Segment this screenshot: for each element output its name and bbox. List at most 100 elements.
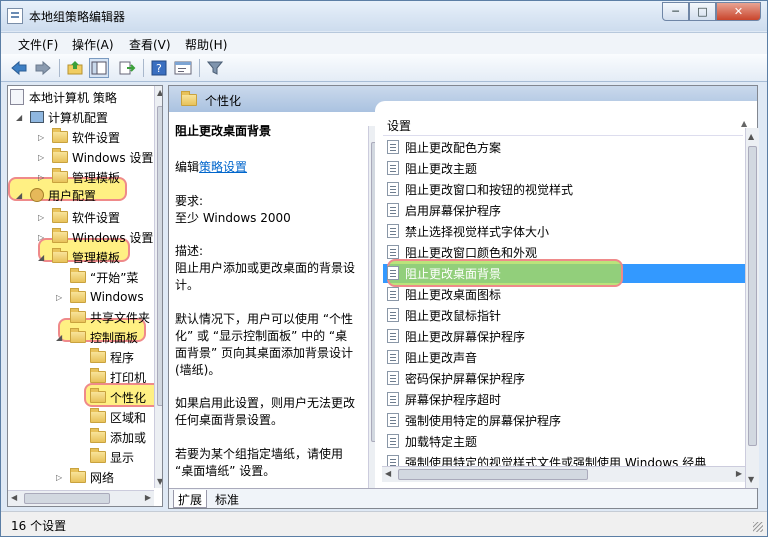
folder-icon [52, 208, 68, 223]
tree-item-network[interactable]: ▷ 网络 [56, 468, 114, 486]
tab-standard[interactable]: 标准 [211, 490, 243, 508]
tree-vertical-scrollbar[interactable]: ▲ ▼ [154, 86, 162, 488]
edit-line: 编辑策略设置 [175, 158, 247, 175]
tree-item-windows-settings[interactable]: ▷ Windows 设置 [38, 148, 153, 166]
setting-row[interactable]: 禁止选择视觉样式字体大小 [387, 221, 737, 241]
policy-settings-link[interactable]: 策略设置 [199, 160, 247, 174]
tree-item-admin-templates[interactable]: ◢ 管理模板 [38, 248, 120, 266]
requirements-label: 要求: [175, 194, 204, 208]
setting-row[interactable]: 阻止更改屏幕保护程序 [387, 326, 737, 346]
tree-item-display[interactable]: 显示 [90, 448, 134, 466]
up-folder-icon[interactable] [65, 58, 85, 78]
tree-item-shared-folders[interactable]: 共享文件夹 [70, 308, 150, 326]
setting-row[interactable]: 阻止更改窗口颜色和外观 [387, 242, 737, 262]
back-arrow-icon[interactable] [9, 58, 29, 78]
tree-pane[interactable]: 本地计算机 策略 ◢ 计算机配置 ▷ 软件设置 ▷ Windows 设置 ▷ 管… [7, 85, 163, 507]
export-list-icon[interactable] [117, 58, 137, 78]
menu-view[interactable]: 查看(V) [129, 36, 171, 53]
setting-label: 阻止更改鼠标指针 [405, 308, 502, 323]
settings-horizontal-scrollbar[interactable]: ◀ ▶ [382, 466, 745, 482]
setting-row[interactable]: 屏幕保护程序超时 [387, 389, 737, 409]
expand-arrow-icon[interactable]: ▷ [38, 213, 48, 222]
collapse-arrow-icon[interactable]: ◢ [56, 333, 66, 342]
setting-label: 密码保护屏幕保护程序 [405, 371, 526, 386]
tree-item-printers[interactable]: 打印机 [90, 368, 146, 386]
setting-row[interactable]: 阻止更改主题 [387, 158, 737, 178]
help-icon[interactable]: ? [149, 58, 169, 78]
setting-row[interactable]: 加载特定主题 [387, 431, 737, 451]
show-hide-tree-icon[interactable] [89, 58, 109, 78]
collapse-arrow-icon[interactable]: ◢ [16, 191, 26, 200]
minimize-button[interactable]: ─ [662, 2, 689, 21]
menu-help[interactable]: 帮助(H) [185, 36, 227, 53]
tree-item-regional[interactable]: 区域和 [90, 408, 146, 426]
scroll-right-icon[interactable]: ▶ [736, 469, 742, 478]
collapse-arrow-icon[interactable]: ◢ [16, 113, 26, 122]
setting-label: 屏幕保护程序超时 [405, 392, 502, 407]
tree-horizontal-scrollbar[interactable]: ◀ ▶ [8, 490, 154, 506]
tree-item-computer-config[interactable]: ◢ 计算机配置 [16, 108, 108, 126]
toolbar-separator [199, 59, 200, 77]
maximize-button[interactable]: □ [689, 2, 716, 21]
scroll-right-icon[interactable]: ▶ [145, 493, 151, 502]
tree-item-programs[interactable]: 程序 [90, 348, 134, 366]
folder-icon [90, 408, 106, 423]
setting-row[interactable]: 阻止更改声音 [387, 347, 737, 367]
settings-scroll-thumb[interactable] [748, 146, 757, 446]
scroll-up-icon[interactable]: ▲ [157, 88, 162, 97]
policy-setting-icon [387, 413, 399, 427]
expand-arrow-icon[interactable]: ▷ [56, 473, 66, 482]
resize-grip-icon[interactable] [753, 522, 763, 532]
tree-item-software-settings[interactable]: ▷ 软件设置 [38, 208, 120, 226]
expand-arrow-icon[interactable]: ▷ [56, 293, 66, 302]
expand-arrow-icon[interactable]: ▷ [38, 173, 48, 182]
column-header-settings[interactable]: 设置 [387, 117, 411, 134]
forward-arrow-icon[interactable] [33, 58, 53, 78]
toolbar-separator [59, 59, 60, 77]
expand-arrow-icon[interactable]: ▷ [38, 133, 48, 142]
toolbar-separator [143, 59, 144, 77]
properties-icon[interactable] [173, 58, 193, 78]
title-bar[interactable]: 本地组策略编辑器 ─ □ ✕ [1, 1, 767, 31]
collapse-arrow-icon[interactable]: ◢ [38, 253, 48, 262]
setting-row[interactable]: 阻止更改窗口和按钮的视觉样式 [387, 179, 737, 199]
tree-item-personalization[interactable]: 个性化 [90, 388, 146, 406]
panel-header-title: 个性化 [205, 94, 242, 108]
setting-row[interactable]: 强制使用特定的屏幕保护程序 [387, 410, 737, 430]
expand-arrow-icon[interactable]: ▷ [38, 153, 48, 162]
tree-item-user-config[interactable]: ◢ 用户配置 [16, 186, 96, 204]
setting-row[interactable]: 启用屏幕保护程序 [387, 200, 737, 220]
scroll-down-icon[interactable]: ▼ [748, 475, 754, 484]
folder-icon [52, 168, 68, 183]
tree-item-add-remove[interactable]: 添加或 [90, 428, 146, 446]
menu-action[interactable]: 操作(A) [72, 36, 114, 53]
tree-item-label: 添加或 [110, 430, 147, 445]
tree-item-local-policy[interactable]: 本地计算机 策略 [10, 88, 117, 106]
scroll-up-icon[interactable]: ▲ [748, 132, 754, 141]
scroll-left-icon[interactable]: ◀ [385, 469, 391, 478]
scroll-down-icon[interactable]: ▼ [157, 477, 162, 486]
settings-hscroll-thumb[interactable] [398, 469, 588, 480]
scroll-left-icon[interactable]: ◀ [11, 493, 17, 502]
tree-item-windows-settings[interactable]: ▷ Windows 设置 [38, 228, 153, 246]
menu-file[interactable]: 文件(F) [18, 36, 58, 53]
setting-row[interactable]: 密码保护屏幕保护程序 [387, 368, 737, 388]
tree-item-control-panel[interactable]: ◢ 控制面板 [56, 328, 138, 346]
expand-arrow-icon[interactable]: ▷ [38, 233, 48, 242]
tree-item-windows-components[interactable]: ▷ Windows [56, 288, 144, 306]
setting-row[interactable]: 阻止更改配色方案 [387, 137, 737, 157]
tree-item-software-settings[interactable]: ▷ 软件设置 [38, 128, 120, 146]
setting-row-selected[interactable]: 阻止更改桌面背景 [387, 263, 737, 283]
setting-row[interactable]: 阻止更改鼠标指针 [387, 305, 737, 325]
tree-hscroll-thumb[interactable] [24, 493, 110, 504]
setting-title: 阻止更改桌面背景 [175, 124, 272, 138]
settings-vertical-scrollbar[interactable]: ▲ ▼ [745, 128, 759, 488]
tree-item-admin-templates[interactable]: ▷ 管理模板 [38, 168, 120, 186]
tab-extended[interactable]: 扩展 [173, 490, 208, 508]
setting-row[interactable]: 阻止更改桌面图标 [387, 284, 737, 304]
tree-item-start-menu[interactable]: “开始”菜 [70, 268, 138, 286]
policy-doc-icon [10, 89, 24, 105]
close-button[interactable]: ✕ [716, 2, 761, 21]
tree-scroll-thumb[interactable] [157, 106, 162, 406]
filter-icon[interactable] [205, 58, 225, 78]
